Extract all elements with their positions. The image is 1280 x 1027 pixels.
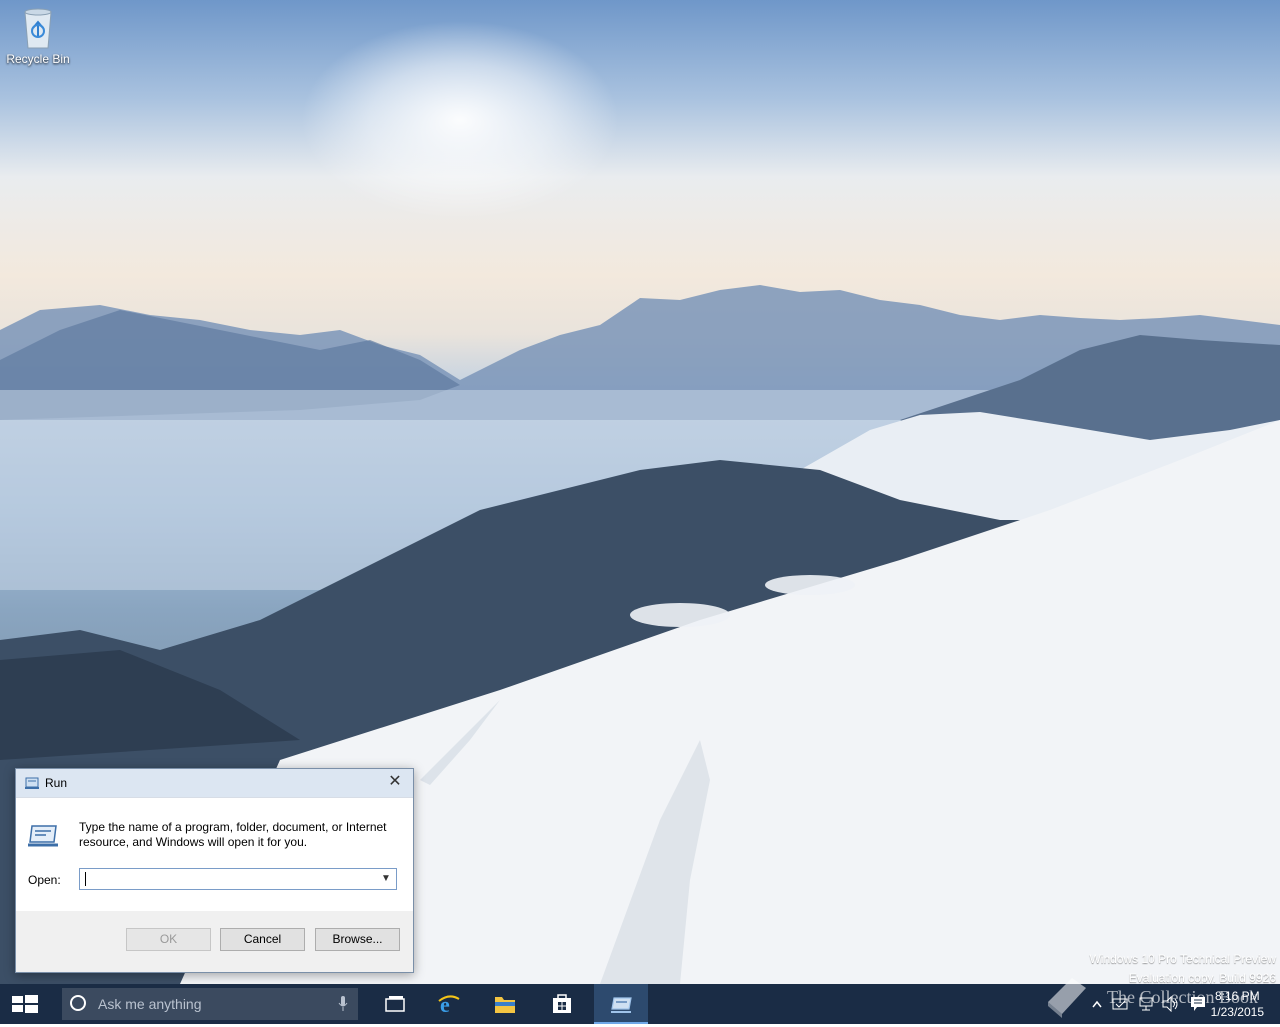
- run-dialog-description: Type the name of a program, folder, docu…: [79, 820, 387, 849]
- taskbar-file-explorer[interactable]: [478, 984, 532, 1024]
- chevron-down-icon[interactable]: ▼: [378, 869, 394, 889]
- windows-logo-icon: [12, 995, 38, 1013]
- open-combobox[interactable]: ▼: [79, 868, 397, 890]
- system-tray: The Collection Book 8:16 PM 1/23/2015: [1020, 978, 1280, 1024]
- cancel-button[interactable]: Cancel: [220, 928, 305, 951]
- folder-icon: [495, 997, 515, 1013]
- taskbar-internet-explorer[interactable]: e: [422, 984, 476, 1024]
- recycle-bin-label: Recycle Bin: [6, 52, 70, 66]
- run-dialog: Run ✕ Type the name of a program, folder…: [15, 768, 414, 973]
- run-dialog-title: Run: [45, 776, 68, 790]
- build-watermark: Windows 10 Pro Technical Preview Evaluat…: [1089, 950, 1276, 984]
- ok-button[interactable]: OK: [126, 928, 211, 951]
- run-dialog-titlebar[interactable]: Run ✕: [16, 769, 413, 798]
- open-input[interactable]: [80, 869, 380, 889]
- action-center-flag-icon[interactable]: [1112, 996, 1128, 1012]
- chevron-up-icon[interactable]: [1092, 1000, 1102, 1008]
- search-placeholder: Ask me anything: [98, 996, 202, 1012]
- start-button[interactable]: [0, 984, 48, 1024]
- run-dialog-footer: OK Cancel Browse...: [16, 911, 413, 972]
- internet-explorer-icon: e: [438, 993, 460, 1015]
- store-icon: [553, 994, 571, 1013]
- close-button[interactable]: ✕: [383, 771, 407, 793]
- watermark-line-2: Evaluation copy. Build 9926: [1128, 971, 1276, 984]
- desktop-icon-recycle-bin[interactable]: Recycle Bin: [4, 6, 72, 66]
- book-watermark-logo: [1048, 978, 1086, 1018]
- close-icon: ✕: [388, 773, 402, 790]
- taskbar-task-view[interactable]: [368, 984, 422, 1024]
- taskbar-run[interactable]: [594, 984, 648, 1024]
- taskbar: Ask me anything e The Collection Book 8:…: [0, 978, 1280, 1024]
- recycle-bin-icon: [24, 8, 52, 49]
- task-view-icon: [385, 996, 405, 1012]
- taskbar-store[interactable]: [535, 984, 589, 1024]
- run-icon: [25, 777, 39, 789]
- microphone-icon[interactable]: [338, 996, 348, 1012]
- run-program-icon: [28, 825, 58, 847]
- network-icon[interactable]: [1138, 996, 1154, 1012]
- clock-time: 8:16 PM: [1214, 989, 1260, 1003]
- open-label: Open:: [28, 873, 61, 887]
- volume-icon[interactable]: [1162, 996, 1180, 1012]
- browse-button[interactable]: Browse...: [315, 928, 400, 951]
- notification-icon[interactable]: [1190, 996, 1206, 1012]
- cortana-icon: [70, 995, 86, 1011]
- desktop: Recycle Bin Windows 10 Pro Technical Pre…: [0, 0, 1280, 984]
- run-icon: [611, 997, 632, 1013]
- run-dialog-body: Type the name of a program, folder, docu…: [16, 798, 413, 911]
- text-caret: [85, 872, 86, 886]
- watermark-line-1: Windows 10 Pro Technical Preview: [1089, 952, 1276, 966]
- taskbar-clock[interactable]: 8:16 PM 1/23/2015: [1211, 988, 1264, 1020]
- clock-date: 1/23/2015: [1210, 1005, 1264, 1019]
- search-box[interactable]: Ask me anything: [62, 988, 358, 1020]
